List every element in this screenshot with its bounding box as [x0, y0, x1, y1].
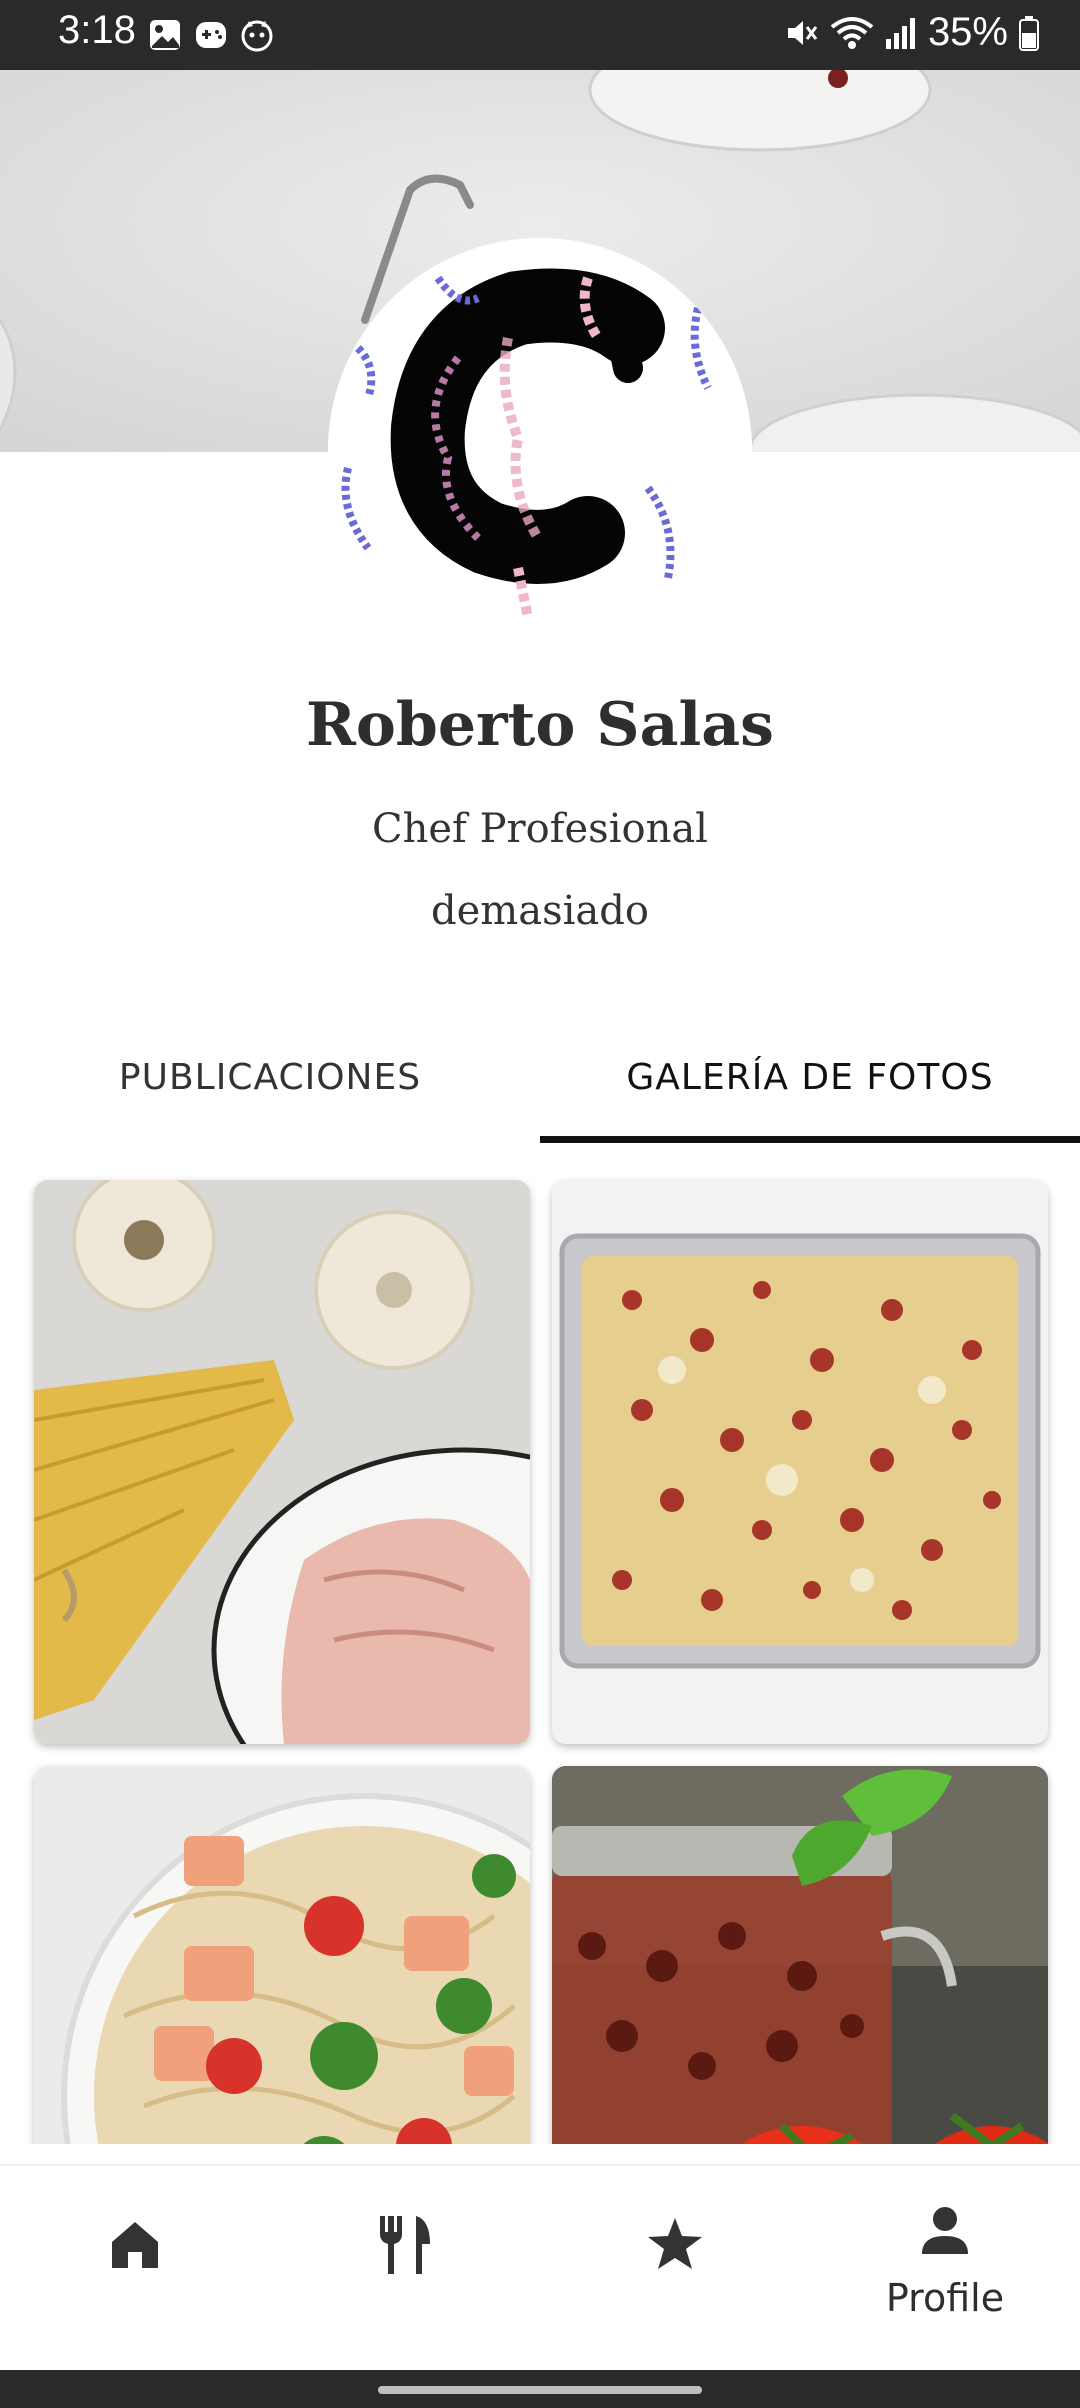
status-right: 35% [784, 10, 1040, 55]
gallery-photo[interactable] [552, 1766, 1048, 2144]
photo-baked-pasta [552, 1180, 1048, 1744]
profile-bio: demasiado [431, 888, 649, 934]
home-gesture-handle[interactable] [378, 2386, 702, 2394]
utensils-icon [380, 2216, 430, 2274]
avatar-logo [328, 238, 752, 662]
status-bar: 3:18 35% [0, 0, 1080, 70]
nav-recipes[interactable] [270, 2166, 540, 2372]
gallery-photo[interactable] [34, 1766, 530, 2144]
tab-publicaciones[interactable]: PUBLICACIONES [0, 1050, 540, 1138]
nav-profile-label: Profile [885, 2276, 1005, 2320]
clock: 3:18 [58, 8, 136, 52]
photo-sundried-tomatoes [552, 1766, 1048, 2144]
nav-home[interactable] [0, 2166, 270, 2372]
photo-gallery[interactable] [0, 1176, 1080, 2144]
avatar[interactable] [328, 238, 752, 662]
nav-profile[interactable]: Profile [810, 2166, 1080, 2372]
gallery-photo[interactable] [34, 1180, 530, 1744]
battery-percent: 35% [927, 10, 1008, 54]
person-icon [922, 2207, 968, 2254]
wifi-icon [830, 16, 874, 49]
system-navigation-bar [0, 2370, 1080, 2408]
photo-garlic-pasta-ham [34, 1180, 530, 1744]
mute-icon [787, 20, 818, 45]
profile-name: Roberto Salas [306, 690, 774, 760]
cat-icon [241, 20, 273, 52]
image-icon [150, 20, 180, 50]
profile-role: Chef Profesional [372, 806, 708, 852]
signal-icon [885, 17, 915, 49]
star-icon [648, 2218, 702, 2269]
gallery-photo[interactable] [552, 1180, 1048, 1744]
photo-salmon-pasta [34, 1766, 530, 2144]
nav-favorites[interactable] [540, 2166, 810, 2372]
bottom-navigation: Profile [0, 2164, 1080, 2372]
battery-icon [1019, 15, 1039, 51]
game-icon [196, 22, 226, 48]
tab-selected-indicator [540, 1136, 1080, 1143]
home-icon [112, 2222, 158, 2268]
tab-galeria-de-fotos[interactable]: GALERÍA DE FOTOS [540, 1050, 1080, 1138]
